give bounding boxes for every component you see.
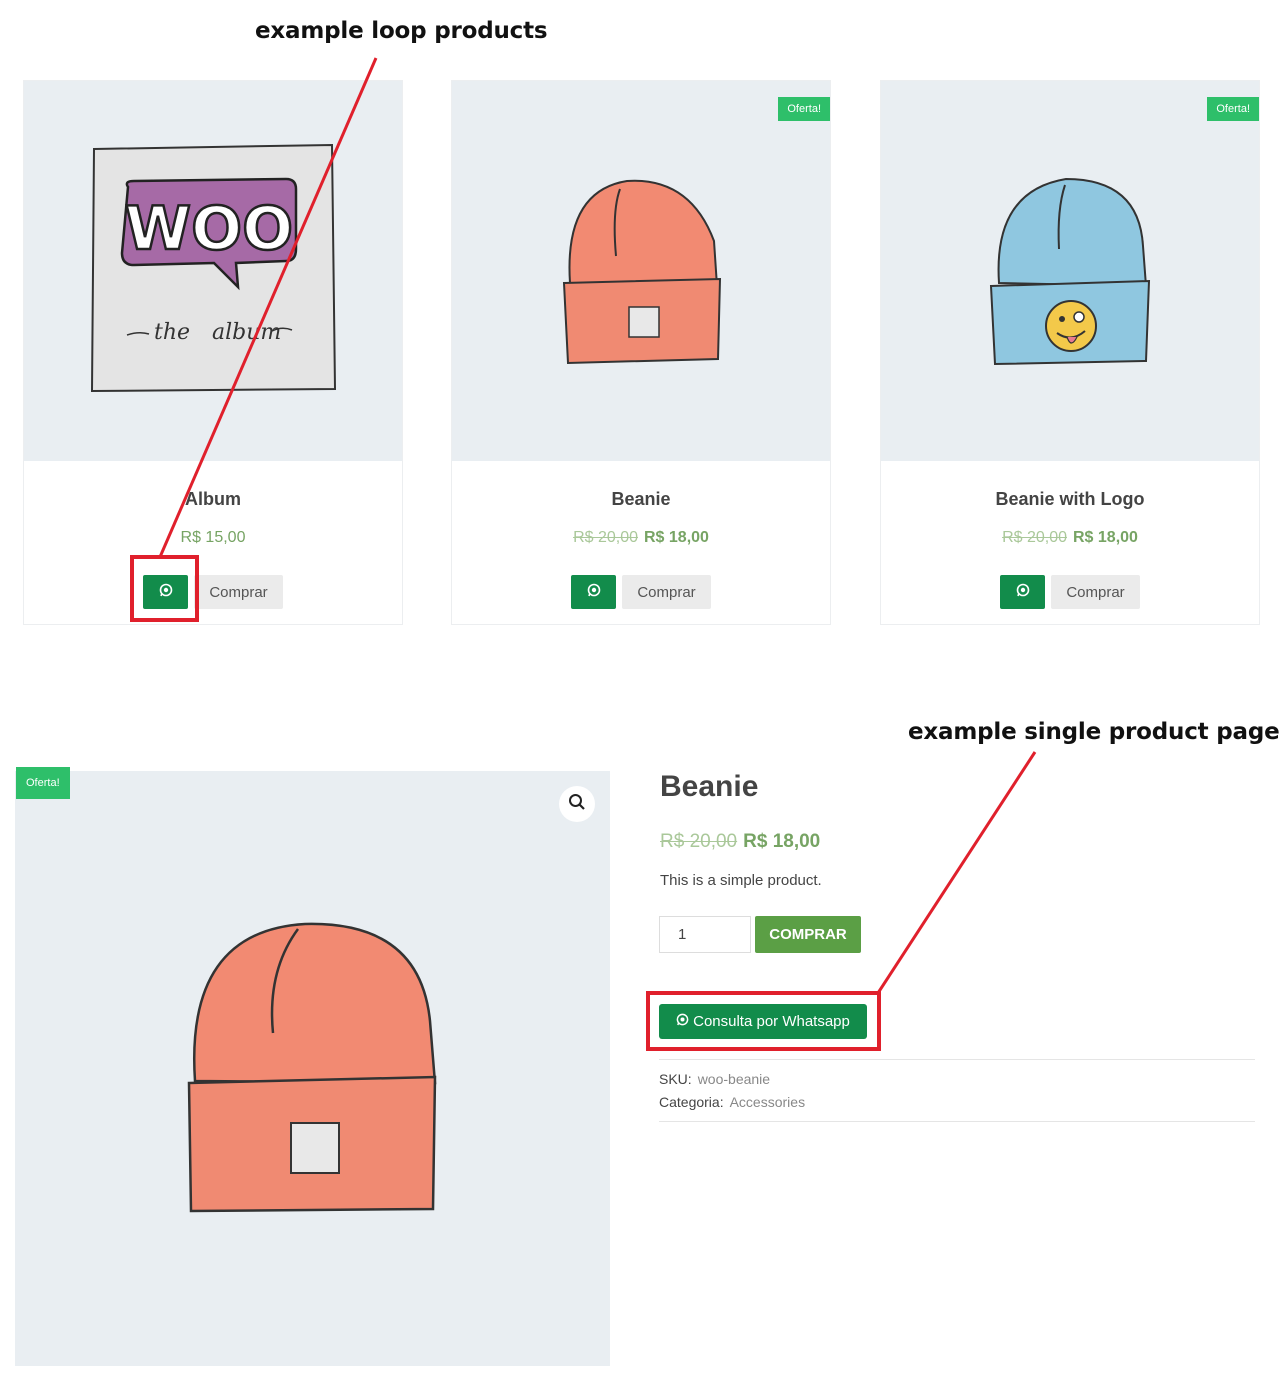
product-card: Oferta! Beanie R$ 20,00 R$ 18,00 Comprar — [451, 80, 831, 625]
product-price: R$ 20,00 R$ 18,00 — [452, 529, 830, 547]
annotation-arrow-single — [876, 751, 1037, 994]
quantity-input[interactable]: 1 — [659, 916, 751, 953]
divider — [659, 1059, 1255, 1060]
product-price: R$ 15,00 — [24, 529, 402, 547]
annotation-single-label: example single product page — [908, 719, 1280, 745]
whatsapp-icon — [676, 1013, 689, 1030]
beanie-logo-illustration — [989, 177, 1151, 366]
price-current: R$ 18,00 — [743, 831, 821, 852]
buy-button[interactable]: Comprar — [622, 575, 711, 609]
annotation-loop-label: example loop products — [255, 18, 548, 44]
product-title[interactable]: Beanie with Logo — [881, 489, 1259, 510]
product-actions: Comprar — [881, 575, 1259, 609]
product-price: R$ 20,00 R$ 18,00 — [660, 831, 820, 853]
price-old: R$ 20,00 — [573, 529, 638, 546]
beanie-illustration-large — [187, 922, 437, 1213]
sku-label: SKU: — [659, 1071, 692, 1087]
product-card: WOO the album Album R$ 15,00 Comprar — [23, 80, 403, 625]
product-title[interactable]: Beanie — [452, 489, 830, 510]
price-current: R$ 18,00 — [644, 529, 709, 546]
whatsapp-icon — [587, 583, 601, 602]
price-old: R$ 20,00 — [1002, 529, 1067, 546]
search-icon — [568, 793, 586, 816]
buy-button[interactable]: Comprar — [1051, 575, 1140, 609]
product-image[interactable] — [452, 81, 830, 461]
whatsapp-consult-button[interactable]: Consulta por Whatsapp — [659, 1004, 867, 1039]
product-category: Categoria: Accessories — [659, 1094, 805, 1110]
sale-badge: Oferta! — [1207, 97, 1259, 121]
product-image[interactable] — [881, 81, 1259, 461]
album-caption-left: the — [154, 320, 190, 345]
category-link[interactable]: Accessories — [730, 1094, 805, 1110]
price-current: R$ 18,00 — [1073, 529, 1138, 546]
sku-value: woo-beanie — [697, 1071, 771, 1087]
sale-badge: Oferta! — [778, 97, 830, 121]
whatsapp-icon — [1016, 583, 1030, 602]
whatsapp-button[interactable] — [143, 575, 189, 609]
category-label: Categoria: — [659, 1094, 724, 1110]
zoom-button[interactable] — [559, 786, 595, 822]
beanie-illustration — [562, 179, 722, 365]
product-title: Beanie — [660, 770, 759, 803]
price-old: R$ 20,00 — [660, 831, 738, 852]
sale-badge: Oferta! — [16, 767, 70, 799]
whatsapp-button[interactable] — [1000, 575, 1046, 609]
album-caption-right: album — [212, 320, 281, 345]
product-image[interactable]: WOO the album — [24, 81, 402, 461]
product-price: R$ 20,00 R$ 18,00 — [881, 529, 1259, 547]
whatsapp-icon — [159, 583, 173, 602]
album-logo-text: WOO — [125, 194, 293, 264]
album-illustration: WOO the album — [90, 143, 337, 393]
product-title[interactable]: Album — [24, 489, 402, 510]
product-actions: Comprar — [24, 575, 402, 609]
add-to-cart-button[interactable]: COMPRAR — [755, 916, 861, 953]
buy-button[interactable]: Comprar — [194, 575, 283, 609]
product-description: This is a simple product. — [660, 872, 822, 889]
divider — [659, 1121, 1255, 1122]
price-current: R$ 15,00 — [180, 529, 246, 546]
product-sku: SKU: woo-beanie — [659, 1071, 770, 1087]
whatsapp-consult-label: Consulta por Whatsapp — [693, 1013, 850, 1030]
product-card: Oferta! Beanie with Logo R$ 20,00 R$ 18,0… — [880, 80, 1260, 625]
product-gallery-image[interactable] — [15, 771, 610, 1366]
product-actions: Comprar — [452, 575, 830, 609]
whatsapp-button[interactable] — [571, 575, 617, 609]
